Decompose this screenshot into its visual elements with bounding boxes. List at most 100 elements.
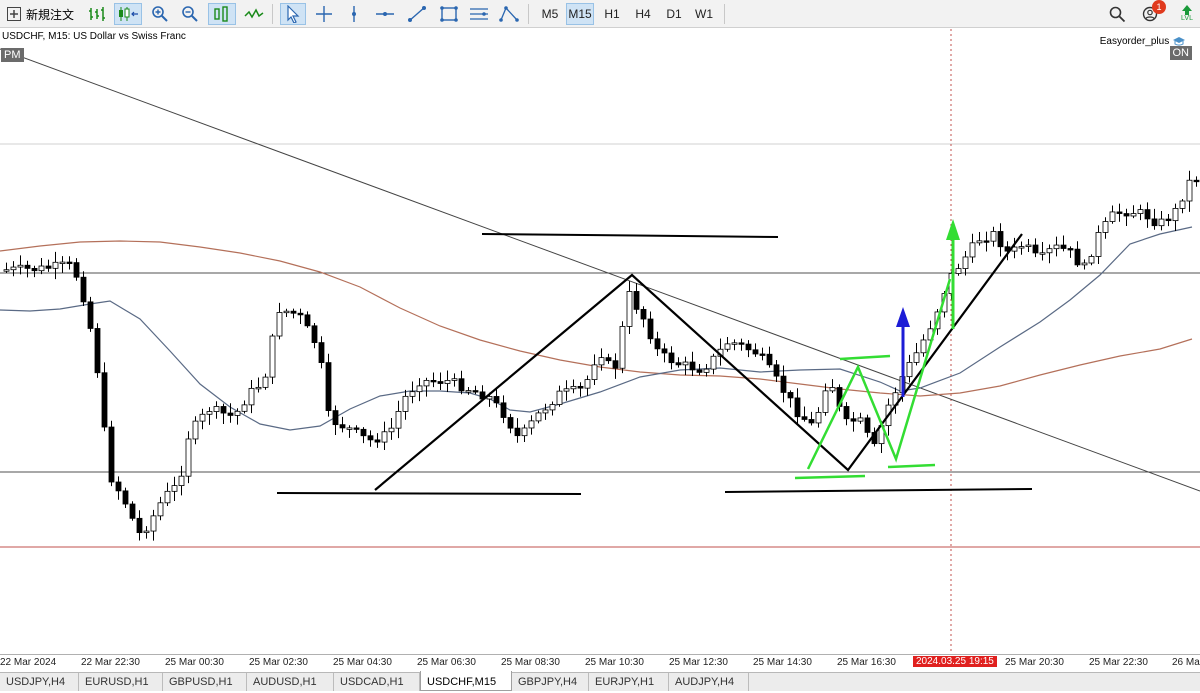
bearish-candle [864,417,871,433]
bullish-candle [1088,256,1095,264]
bullish-candle [570,385,577,390]
search-button[interactable] [1105,3,1129,25]
bearish-candle [668,352,675,364]
bearish-candle [1067,248,1074,251]
time-label: 25 Mar 08:30 [501,657,560,668]
tab-eurusd-h1[interactable]: EURUSD,H1 [79,673,163,691]
bearish-candle [136,517,143,534]
ea-status-badge: ON [1169,46,1192,60]
bearish-candle [367,435,374,441]
bullish-candle [283,310,290,314]
timeframe-d1[interactable]: D1 [660,3,688,25]
bullish-candle [920,339,927,354]
bearish-candle [374,439,381,443]
objects-button[interactable] [496,3,522,25]
crosshair-button[interactable] [312,3,336,25]
bearish-candle [801,416,808,420]
trendline-button[interactable] [404,3,430,25]
bearish-candle [493,396,500,404]
tab-audjpy-h4[interactable]: AUDJPY,H4 [669,673,749,691]
plus-icon [7,7,21,21]
new-order-button[interactable]: 新規注文 [6,4,74,24]
tab-usdjpy-h4[interactable]: USDJPY,H4 [0,673,79,691]
bullish-candle [1053,244,1060,250]
bullish-candle [955,268,962,274]
upper-horizontal-level[interactable] [481,233,779,238]
long-trendline[interactable] [0,48,1200,492]
toolbar-separator [724,4,725,24]
bearish-candle [87,301,94,329]
zoom-in-button[interactable] [148,3,172,25]
time-axis: 22 Mar 2024 22 Mar 22:30 25 Mar 00:30 25… [0,654,1200,672]
bullish-candle [178,475,185,487]
bearish-candle [332,410,339,426]
chart-area[interactable]: USDCHF, M15: US Dollar vs Swiss Franc PM… [0,29,1200,654]
bullish-candle [157,502,164,517]
bar-chart-button[interactable] [86,3,110,25]
bearish-candle [633,291,640,310]
bullish-candle [556,390,563,405]
lower-horizontal-level-right[interactable] [724,488,1033,493]
bullish-candle [822,390,829,413]
tab-usdchf-m15[interactable]: USDCHF,M15 [420,671,512,691]
zoom-in-icon [152,6,168,22]
bullish-candle [143,530,150,534]
bearish-candle [1123,213,1130,217]
indicators-button[interactable] [242,3,266,25]
bearish-candle [647,318,654,340]
timeframe-m5[interactable]: M5 [536,3,564,25]
candle-chart-button[interactable] [114,3,142,25]
timeframe-w1[interactable]: W1 [690,3,718,25]
time-label: 25 Mar 06:30 [417,657,476,668]
bullish-candle [829,387,836,392]
channels-button[interactable] [466,3,492,25]
bullish-candle [255,386,262,390]
bearish-candle [101,372,108,428]
toolbar-separator [272,4,273,24]
cursor-button[interactable] [280,3,306,25]
bullish-candle [1039,252,1046,255]
bullish-candle [248,387,255,406]
zoom-out-button[interactable] [178,3,202,25]
tab-gbpjpy-h4[interactable]: GBPJPY,H4 [512,673,589,691]
bullish-candle [1158,218,1165,227]
tab-gbpusd-h1[interactable]: GBPUSD,H1 [163,673,247,691]
bearish-candle [794,397,801,418]
bullish-candle [17,264,24,268]
bullish-candle [815,412,822,424]
grid-toggle-button[interactable] [208,3,236,25]
shapes-button[interactable] [436,3,462,25]
level-label: LVL [1181,15,1193,22]
bullish-candle [150,515,157,532]
bullish-candle [38,265,45,272]
bearish-candle [325,362,332,411]
bearish-candle [696,369,703,373]
bearish-candle [227,412,234,416]
green-pattern[interactable] [794,278,952,480]
timeframe-m15[interactable]: M15 [566,3,594,25]
bearish-candle [94,328,101,374]
bullish-candle [241,404,248,412]
account-button[interactable]: 1 [1138,0,1166,25]
tab-audusd-h1[interactable]: AUDUSD,H1 [247,673,334,691]
tab-eurjpy-h1[interactable]: EURJPY,H1 [589,673,669,691]
bullish-candle [381,431,388,443]
bearish-candle [808,419,815,424]
bullish-candle [542,409,549,414]
bullish-candle [276,312,283,337]
tab-usdcad-h1[interactable]: USDCAD,H1 [334,673,420,691]
horizontal-line-button[interactable] [372,3,398,25]
price-chart[interactable] [0,29,1200,654]
channel-lines-icon [470,8,488,20]
ea-name: Easyorder_plus [1099,36,1170,47]
bullish-candle [962,256,969,269]
notification-badge: 1 [1152,0,1166,14]
timeframe-h1[interactable]: H1 [598,3,626,25]
lower-horizontal-level-left[interactable] [276,492,582,495]
timeframe-h4[interactable]: H4 [629,3,657,25]
time-label: 25 Mar 02:30 [249,657,308,668]
time-label: 25 Mar 20:30 [1005,657,1064,668]
level-button[interactable]: LVL [1176,3,1198,25]
vertical-line-button[interactable] [342,3,366,25]
toolbar: 新規注文 M5 M15 H1 H4 D1 W1 1 LVL [0,0,1200,28]
